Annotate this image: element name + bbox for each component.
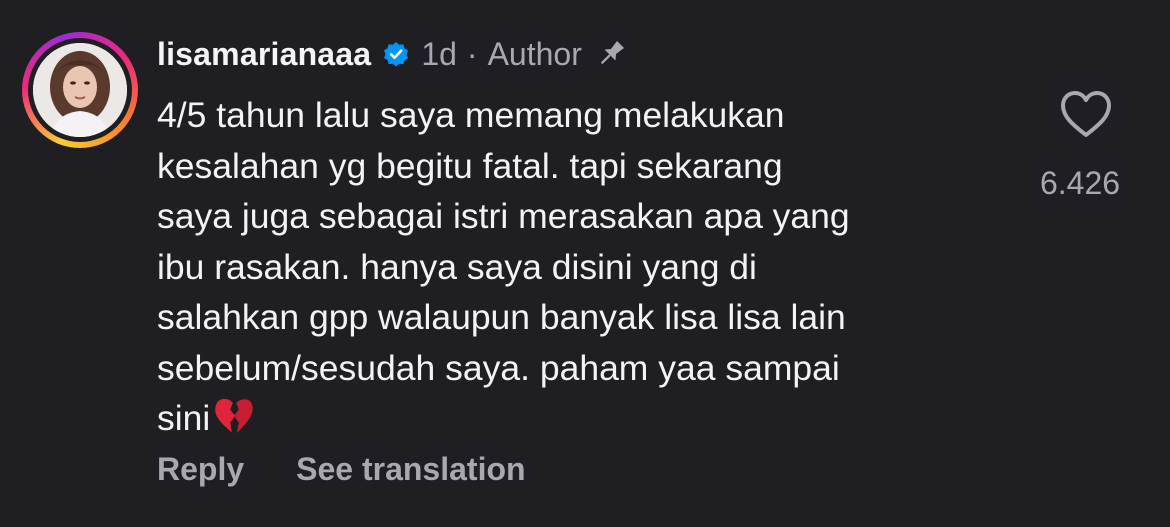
broken-heart-emoji — [215, 398, 253, 434]
comment-timestamp: 1d — [421, 35, 457, 72]
comment-line: sebelum/sesudah saya. paham yaa sampai — [157, 347, 840, 388]
comment-line: saya juga sebagai istri merasakan apa ya… — [157, 196, 850, 236]
heart-outline-icon[interactable] — [1058, 88, 1114, 140]
see-translation-button[interactable]: See translation — [296, 451, 525, 488]
username-link[interactable]: lisamarianaaa — [157, 36, 371, 73]
comment-header: lisamarianaaa 1d · Author — [157, 30, 628, 78]
reply-button[interactable]: Reply — [157, 451, 244, 488]
meta-separator: · — [466, 35, 478, 72]
comment-actions: Reply See translation — [157, 447, 526, 491]
author-badge: Author — [487, 35, 582, 72]
verified-badge-icon — [384, 42, 409, 67]
pin-icon — [600, 40, 624, 64]
comment-line: 4/5 tahun lalu saya memang melakukan — [157, 95, 785, 135]
comment-line-text: sini — [157, 398, 211, 438]
avatar-portrait-icon — [33, 43, 127, 137]
comment-line: salahkan gpp walaupun banyak lisa lisa l… — [157, 297, 846, 337]
comment-line: ibu rasakan. hanya saya disini yang di — [157, 246, 757, 287]
like-count: 6.426 — [1039, 165, 1121, 201]
comment-line: kesalahan yg begitu fatal. tapi sekarang — [157, 145, 783, 186]
avatar[interactable] — [33, 43, 127, 137]
comment-text: 4/5 tahun lalu saya memang melakukan kes… — [157, 90, 1007, 444]
comment-last-line: sini — [157, 393, 1007, 444]
avatar-story-ring[interactable] — [22, 32, 138, 148]
